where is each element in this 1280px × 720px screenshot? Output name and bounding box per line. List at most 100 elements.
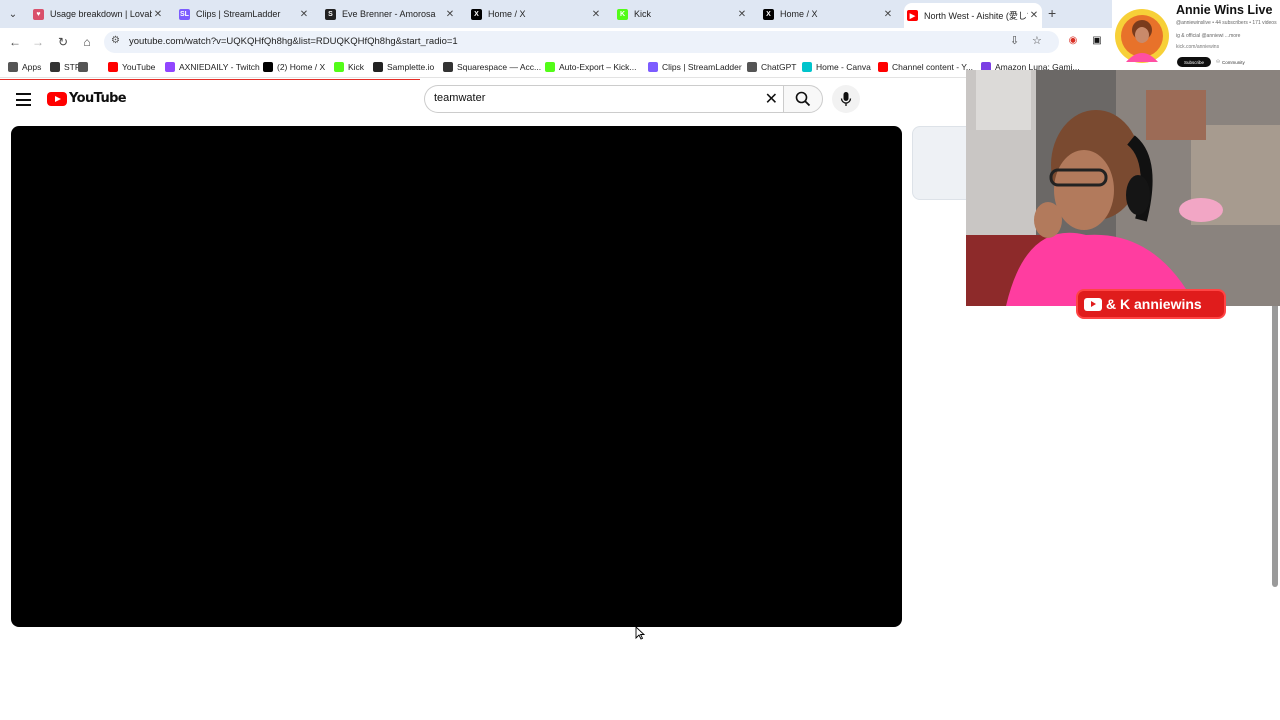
tab-close-icon[interactable]: ✕	[444, 9, 456, 20]
menu-hamburger-icon[interactable]	[16, 93, 31, 106]
tab-title: Usage breakdown | Lovable	[50, 9, 152, 19]
channel-avatar	[1115, 9, 1169, 63]
community-icon: ⚇	[1216, 59, 1221, 64]
browser-tab[interactable]: S Eve Brenner - Amorosa ✕	[322, 3, 458, 25]
bookmark-item[interactable]	[78, 60, 92, 74]
channel-link[interactable]: kick.com/anniewins	[1176, 44, 1219, 50]
tab-title: Clips | StreamLadder	[196, 9, 281, 19]
playlist-panel-placeholder	[912, 126, 972, 200]
extension-icon[interactable]: ▣	[1090, 33, 1104, 47]
youtube-icon	[878, 62, 888, 72]
youtube-badge-icon	[1084, 297, 1102, 311]
bookmark-item[interactable]: Apps	[8, 60, 41, 74]
search-input[interactable]	[434, 92, 754, 104]
bookmark-star-icon[interactable]: ☆	[1032, 34, 1042, 47]
community-label: Community	[1222, 59, 1245, 65]
bookmark-item[interactable]: AXNIEDAILY - Twitch	[165, 60, 260, 74]
bookmark-item[interactable]: (2) Home / X	[263, 60, 325, 74]
samplette-icon	[373, 62, 383, 72]
webcam-overlay	[966, 70, 1280, 306]
tab-close-icon[interactable]: ✕	[1028, 10, 1040, 21]
tab-title: Home / X	[488, 9, 526, 19]
record-extension-icon[interactable]: ◉	[1066, 33, 1080, 47]
youtube-logo[interactable]: YouTube	[47, 91, 127, 106]
tab-title: Eve Brenner - Amorosa	[342, 9, 436, 19]
bookmark-label: ChatGPT	[761, 62, 797, 72]
tab-favicon-icon: ▶	[907, 10, 918, 21]
tab-close-icon[interactable]: ✕	[590, 9, 602, 20]
browser-tab[interactable]: X Home / X ✕	[760, 3, 896, 25]
community-tab[interactable]: ⚇ Community	[1216, 57, 1245, 67]
social-handle-badge: & K anniewins	[1076, 289, 1226, 319]
site-info-icon[interactable]: ⚙	[111, 35, 120, 46]
social-handle-text: & K anniewins	[1106, 296, 1202, 312]
browser-tab[interactable]: ♥ Usage breakdown | Lovable ✕	[30, 3, 166, 25]
browser-toolbar: ← → ↻ ⌂ ⚙ youtube.com/watch?v=UQKQHfQh8h…	[0, 28, 1280, 56]
tab-close-icon[interactable]: ✕	[152, 9, 164, 20]
x-icon	[263, 62, 273, 72]
bookmark-item[interactable]: Kick	[334, 60, 364, 74]
subscribe-button[interactable]: Subscribe	[1177, 57, 1211, 67]
address-bar[interactable]: ⚙ youtube.com/watch?v=UQKQHfQh8hg&list=R…	[104, 31, 1059, 53]
tab-title: Kick	[634, 9, 652, 19]
tab-search-chevron-icon[interactable]: ⌄	[4, 5, 22, 23]
streamladder-icon	[648, 62, 658, 72]
bookmark-item[interactable]: ChatGPT	[747, 60, 796, 74]
twitch-icon	[165, 62, 175, 72]
grid-icon	[8, 62, 18, 72]
clear-search-icon[interactable]: ✕	[765, 89, 778, 109]
mouse-cursor-icon	[635, 625, 646, 643]
bookmark-label: Samplette.io	[387, 62, 435, 72]
search-icon	[795, 91, 811, 107]
reload-icon[interactable]: ↻	[54, 33, 72, 51]
voice-search-button[interactable]	[832, 85, 860, 113]
bookmark-item[interactable]: Clips | StreamLadder	[648, 60, 742, 74]
bookmark-item[interactable]: Squarespace — Acc...	[443, 60, 541, 74]
tab-favicon-icon: K	[617, 8, 628, 20]
tab-title: North West - Aishite (愛して	[924, 11, 1028, 21]
search-button[interactable]	[783, 85, 823, 113]
kick-icon	[334, 62, 344, 72]
tab-title: Home / X	[780, 9, 818, 19]
bookmark-label: AXNIEDAILY - Twitch	[179, 62, 260, 72]
bookmark-item[interactable]: Samplette.io	[373, 60, 434, 74]
bookmark-label: Auto-Export – Kick...	[559, 62, 637, 72]
tab-close-icon[interactable]: ✕	[736, 9, 748, 20]
search-box: ✕	[424, 85, 784, 113]
browser-tab[interactable]: K Kick ✕	[614, 3, 750, 25]
browser-tab[interactable]: SL Clips | StreamLadder ✕	[176, 3, 312, 25]
browser-tab[interactable]: ▶ North West - Aishite (愛して ✕	[904, 3, 1042, 28]
bookmark-item[interactable]: Auto-Export – Kick...	[545, 60, 636, 74]
channel-name: Annie Wins Live	[1176, 3, 1273, 17]
webcam-feed-image	[966, 70, 1280, 306]
page-scrollbar-thumb[interactable]	[1272, 300, 1278, 587]
chatgpt-icon	[747, 62, 757, 72]
youtube-logo-text: YouTube	[69, 91, 127, 106]
install-app-icon[interactable]: ⇩	[1010, 34, 1019, 47]
tab-close-icon[interactable]: ✕	[882, 9, 894, 20]
bookmark-label: Kick	[348, 62, 365, 72]
video-player[interactable]	[11, 126, 902, 627]
bookmark-label: (2) Home / X	[277, 62, 326, 72]
channel-description: ig & official @anniewi ...more	[1176, 33, 1241, 39]
new-tab-plus-icon[interactable]: +	[1048, 5, 1056, 21]
bookmark-label: Squarespace — Acc...	[457, 62, 542, 72]
canva-icon	[802, 62, 812, 72]
forward-arrow-icon[interactable]: →	[29, 33, 47, 51]
microphone-icon	[840, 92, 852, 106]
tab-favicon-icon: X	[471, 8, 482, 20]
bookmark-label: Apps	[22, 62, 42, 72]
browser-tab[interactable]: X Home / X ✕	[468, 3, 604, 25]
youtube-play-logo-icon	[47, 91, 67, 106]
home-icon[interactable]: ⌂	[78, 33, 96, 51]
tab-close-icon[interactable]: ✕	[298, 9, 310, 20]
bookmark-item[interactable]: YouTube	[108, 60, 155, 74]
tab-favicon-icon: ♥	[33, 8, 44, 20]
str-icon	[50, 62, 60, 72]
bookmark-item[interactable]: STR	[50, 60, 81, 74]
channel-meta: @anniewinslive • 44 subscribers • 171 vi…	[1176, 20, 1277, 26]
bookmark-item[interactable]: Channel content - Y...	[878, 60, 973, 74]
back-arrow-icon[interactable]: ←	[6, 33, 24, 51]
tab-favicon-icon: SL	[179, 8, 190, 20]
bookmark-item[interactable]: Home - Canva	[802, 60, 871, 74]
